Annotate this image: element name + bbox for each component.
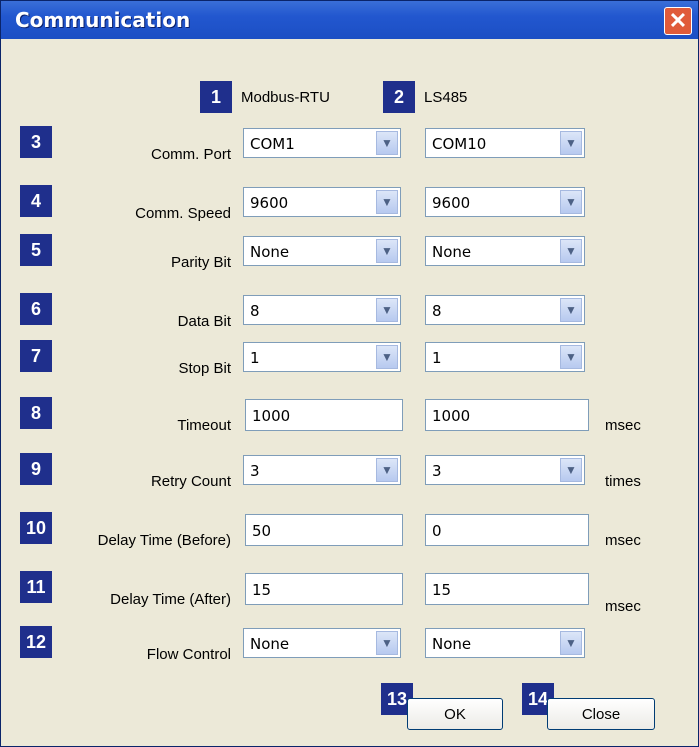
chevron-glyph: ▼ <box>565 350 577 364</box>
column-header-ls485: LS485 <box>424 89 468 106</box>
field-value: 15 <box>432 581 452 599</box>
chevron-glyph: ▼ <box>381 350 393 364</box>
chevron-glyph: ▼ <box>381 195 393 209</box>
chevron-glyph: ▼ <box>381 244 393 258</box>
row-label: Delay Time (After) <box>110 591 231 608</box>
row-label: Comm. Port <box>150 146 231 163</box>
dropdown-ls485-data-bit[interactable]: 8 ▼ <box>425 295 585 325</box>
field-value: 9600 <box>432 194 471 212</box>
chevron-down-icon[interactable]: ▼ <box>560 239 582 263</box>
communication-dialog: Communication ✕ 1 Modbus-RTU 2 LS485 3 Co… <box>0 0 699 747</box>
close-button-label: Close <box>581 705 621 723</box>
field-value: 8 <box>432 302 442 320</box>
dropdown-modbus-stop-bit[interactable]: 1 ▼ <box>243 342 401 372</box>
dropdown-ls485-comm-port[interactable]: COM10 ▼ <box>425 128 585 158</box>
chevron-down-icon[interactable]: ▼ <box>376 345 398 369</box>
unit-label: msec <box>605 417 641 434</box>
chevron-down-icon[interactable]: ▼ <box>560 298 582 322</box>
chevron-down-icon[interactable]: ▼ <box>560 345 582 369</box>
close-window-button[interactable]: ✕ <box>664 7 692 35</box>
field-value: 3 <box>250 462 260 480</box>
chevron-down-icon[interactable]: ▼ <box>376 239 398 263</box>
dropdown-modbus-retry-count[interactable]: 3 ▼ <box>243 455 401 485</box>
field-value: COM10 <box>432 135 487 153</box>
close-button[interactable]: Close <box>547 698 655 730</box>
chevron-down-icon[interactable]: ▼ <box>560 190 582 214</box>
dropdown-ls485-flow-control[interactable]: None ▼ <box>425 628 585 658</box>
dropdown-ls485-comm-speed[interactable]: 9600 ▼ <box>425 187 585 217</box>
field-value: 3 <box>432 462 442 480</box>
input-modbus-delay-time-after[interactable]: 15 <box>245 573 403 605</box>
field-value: 9600 <box>250 194 289 212</box>
dropdown-modbus-flow-control[interactable]: None ▼ <box>243 628 401 658</box>
chevron-down-icon[interactable]: ▼ <box>560 131 582 155</box>
dropdown-ls485-retry-count[interactable]: 3 ▼ <box>425 455 585 485</box>
ok-button[interactable]: OK <box>407 698 503 730</box>
row-label: Stop Bit <box>178 360 231 377</box>
chevron-glyph: ▼ <box>381 463 393 477</box>
chevron-glyph: ▼ <box>381 303 393 317</box>
column-header-modbus-rtu: Modbus-RTU <box>241 89 330 106</box>
input-ls485-timeout[interactable]: 1000 <box>425 399 589 431</box>
unit-label: times <box>605 473 641 490</box>
ok-button-label: OK <box>444 705 466 723</box>
chevron-down-icon[interactable]: ▼ <box>376 298 398 322</box>
field-value: 1000 <box>432 407 471 425</box>
field-value: None <box>432 635 472 653</box>
dropdown-ls485-parity-bit[interactable]: None ▼ <box>425 236 585 266</box>
row-label: Parity Bit <box>170 254 231 271</box>
dropdown-modbus-data-bit[interactable]: 8 ▼ <box>243 295 401 325</box>
field-value: 50 <box>252 522 272 540</box>
field-value: None <box>250 243 290 261</box>
chevron-glyph: ▼ <box>381 136 393 150</box>
row-label: Timeout <box>177 417 231 434</box>
input-modbus-delay-time-before[interactable]: 50 <box>245 514 403 546</box>
input-ls485-delay-time-after[interactable]: 15 <box>425 573 589 605</box>
chevron-glyph: ▼ <box>565 463 577 477</box>
chevron-glyph: ▼ <box>565 136 577 150</box>
field-value: COM1 <box>250 135 295 153</box>
badge-1: 1 <box>200 81 232 113</box>
input-ls485-delay-time-before[interactable]: 0 <box>425 514 589 546</box>
field-value: 8 <box>250 302 260 320</box>
field-value: 1000 <box>252 407 291 425</box>
field-value: 1 <box>250 349 260 367</box>
chevron-down-icon[interactable]: ▼ <box>560 458 582 482</box>
unit-label: msec <box>605 532 641 549</box>
row-label: Comm. Speed <box>135 205 231 222</box>
row-label: Flow Control <box>146 646 231 663</box>
chevron-glyph: ▼ <box>565 195 577 209</box>
input-modbus-timeout[interactable]: 1000 <box>245 399 403 431</box>
chevron-down-icon[interactable]: ▼ <box>376 190 398 214</box>
field-value: None <box>250 635 290 653</box>
field-value: 1 <box>432 349 442 367</box>
title-bar[interactable]: Communication ✕ <box>1 1 698 39</box>
unit-label: msec <box>605 598 641 615</box>
field-value: None <box>432 243 472 261</box>
dropdown-ls485-stop-bit[interactable]: 1 ▼ <box>425 342 585 372</box>
chevron-down-icon[interactable]: ▼ <box>376 458 398 482</box>
dropdown-modbus-comm-speed[interactable]: 9600 ▼ <box>243 187 401 217</box>
chevron-glyph: ▼ <box>565 244 577 258</box>
chevron-glyph: ▼ <box>381 636 393 650</box>
chevron-down-icon[interactable]: ▼ <box>376 131 398 155</box>
field-value: 0 <box>432 522 442 540</box>
row-label: Retry Count <box>150 473 231 490</box>
window-title: Communication <box>15 8 191 32</box>
close-icon: ✕ <box>668 8 688 33</box>
dropdown-modbus-comm-port[interactable]: COM1 ▼ <box>243 128 401 158</box>
dropdown-modbus-parity-bit[interactable]: None ▼ <box>243 236 401 266</box>
row-label: Data Bit <box>177 313 231 330</box>
chevron-glyph: ▼ <box>565 636 577 650</box>
chevron-down-icon[interactable]: ▼ <box>376 631 398 655</box>
chevron-down-icon[interactable]: ▼ <box>560 631 582 655</box>
row-label: Delay Time (Before) <box>97 532 231 549</box>
chevron-glyph: ▼ <box>565 303 577 317</box>
badge-2: 2 <box>383 81 415 113</box>
field-value: 15 <box>252 581 272 599</box>
